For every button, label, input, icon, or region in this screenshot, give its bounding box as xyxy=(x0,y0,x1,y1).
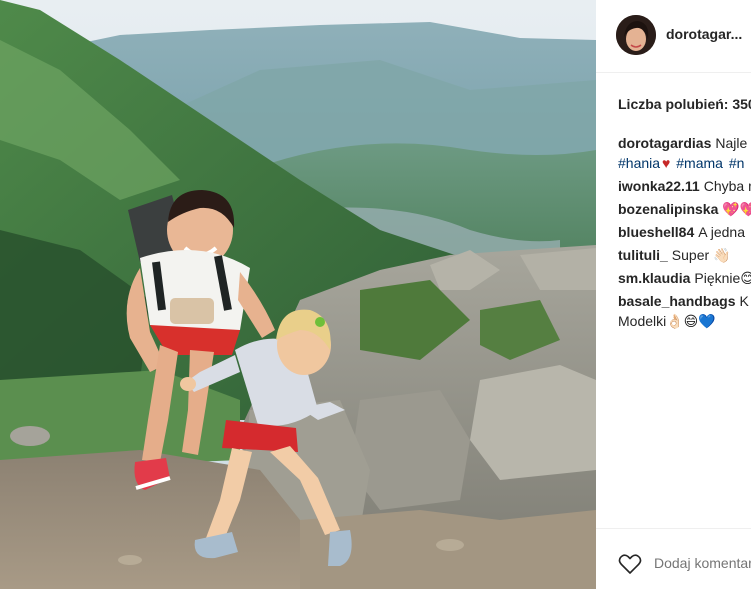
heart-outline-icon[interactable] xyxy=(618,553,642,575)
caption: dorotagardias Najle xyxy=(618,133,751,153)
hashtag-link[interactable]: #mama xyxy=(676,155,723,171)
comment-item: blueshell84 A jedna xyxy=(618,222,751,242)
comment-item: sm.klaudia Pięknie😊 xyxy=(618,268,751,288)
comment-text: Pięknie😊 xyxy=(694,270,751,286)
red-heart-icon: ♥ xyxy=(662,155,671,171)
comment-text: K xyxy=(739,293,749,309)
comment-author[interactable]: iwonka22.11 xyxy=(618,178,700,194)
comment-author[interactable]: sm.klaudia xyxy=(618,270,690,286)
caption-hashtags: #hania ♥ #mama #n xyxy=(618,153,751,173)
comment-item: basale_handbags K xyxy=(618,291,751,311)
post-header: dorotagar... xyxy=(596,0,751,73)
comments-list: dorotagardias Najle #hania ♥ #mama #n iwon… xyxy=(618,133,751,334)
caption-text: Najle xyxy=(715,135,748,151)
comment-author[interactable]: basale_handbags xyxy=(618,293,736,309)
add-comment-input[interactable] xyxy=(654,555,751,571)
comment-item: tulituli_ Super 👋🏻 xyxy=(618,245,751,265)
username-link[interactable]: dorotagar... xyxy=(666,26,742,42)
comment-continuation: Modelki👌🏻😄💙 xyxy=(618,311,751,331)
comment-text: 💖💖 xyxy=(722,201,751,217)
comment-text: A jedna xyxy=(698,224,745,240)
comment-author[interactable]: bozenalipinska xyxy=(618,201,718,217)
post-photo xyxy=(0,0,596,589)
mountain-photo xyxy=(0,0,596,589)
comment-text: Modelki👌🏻😄💙 xyxy=(618,313,716,329)
comment-author[interactable]: tulituli_ xyxy=(618,247,668,263)
caption-author[interactable]: dorotagardias xyxy=(618,135,711,151)
comment-item: iwonka22.11 Chyba n xyxy=(618,176,751,196)
comment-item: bozenalipinska 💖💖 xyxy=(618,199,751,219)
hashtag-link[interactable]: #n xyxy=(729,155,745,171)
post-footer xyxy=(596,528,751,589)
comment-text: Super 👋🏻 xyxy=(671,247,731,263)
comment-author[interactable]: blueshell84 xyxy=(618,224,694,240)
likes-count[interactable]: Liczba polubień: 350 xyxy=(618,96,751,112)
avatar[interactable] xyxy=(616,15,656,55)
hashtag-link[interactable]: #hania xyxy=(618,155,660,171)
comment-text: Chyba n xyxy=(703,178,751,194)
avatar-image xyxy=(616,15,656,55)
post-details-panel: dorotagar... Liczba polubień: 350 dorota… xyxy=(596,0,751,589)
